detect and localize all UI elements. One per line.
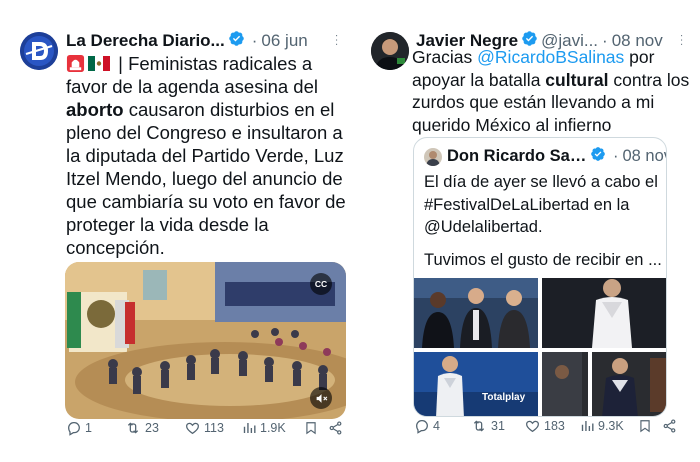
- separator-dot: ·: [251, 31, 258, 50]
- share-button[interactable]: [328, 420, 343, 436]
- reply-button[interactable]: 4: [414, 418, 440, 434]
- photo-2[interactable]: [542, 278, 666, 348]
- bookmark-button[interactable]: [638, 418, 652, 434]
- quote-avatar[interactable]: [424, 147, 442, 166]
- siren-emoji-icon: [66, 54, 85, 73]
- reply-button[interactable]: 1: [66, 420, 92, 436]
- photo-3[interactable]: Totalplay: [414, 352, 538, 416]
- la-derecha-logo-icon: [20, 32, 58, 70]
- share-button[interactable]: [662, 418, 677, 434]
- repost-button[interactable]: 23: [124, 420, 159, 436]
- tweet-date[interactable]: 06 jun: [261, 31, 307, 51]
- quote-photo-grid[interactable]: Totalplay: [414, 278, 666, 416]
- bookmark-icon: [640, 420, 650, 433]
- verified-badge-icon: [590, 146, 606, 167]
- tweet-text: Gracias @RicardoBSalinas por apoyar la b…: [412, 47, 690, 135]
- repost-icon: [127, 422, 139, 434]
- mexico-flag-icon: [88, 56, 110, 71]
- more-options-icon[interactable]: ···: [331, 34, 342, 47]
- quote-avatar-photo-icon: [424, 147, 442, 166]
- views-button[interactable]: 1.9K: [242, 420, 286, 436]
- heart-icon: [526, 420, 539, 433]
- verified-badge-icon: [228, 30, 245, 52]
- photo-1[interactable]: [414, 278, 538, 348]
- quote-header: Don Ricardo Sal... · 08 nov: [424, 146, 667, 167]
- share-icon: [663, 419, 676, 433]
- photo-caption: Totalplay: [482, 392, 526, 403]
- quote-author-name[interactable]: Don Ricardo Sal...: [447, 147, 587, 166]
- tweet-la-derecha-diario[interactable]: La Derecha Diario... · 06 jun ··· | Femi…: [0, 0, 350, 462]
- bookmark-icon: [306, 422, 316, 435]
- heart-icon: [186, 422, 199, 435]
- photo-4[interactable]: [542, 352, 666, 416]
- reply-icon: [416, 420, 428, 434]
- quote-date[interactable]: 08 nov: [623, 147, 667, 166]
- author-avatar[interactable]: [20, 32, 58, 70]
- views-icon: [581, 421, 594, 431]
- quote-text: El día de ayer se llevó a cabo el #Festi…: [424, 173, 662, 269]
- author-name[interactable]: La Derecha Diario...: [66, 31, 225, 51]
- reply-icon: [68, 422, 80, 436]
- quoted-tweet[interactable]: Don Ricardo Sal... · 08 nov El día de ay…: [413, 137, 667, 417]
- congress-video-frame: [65, 262, 346, 419]
- bookmark-button[interactable]: [304, 420, 318, 436]
- tweet-header: La Derecha Diario... · 06 jun: [66, 30, 336, 52]
- mute-icon[interactable]: [310, 387, 332, 409]
- emoji-flags: [66, 54, 110, 73]
- share-icon: [329, 421, 342, 435]
- separator-dot: ·: [613, 147, 619, 165]
- repost-button[interactable]: 31: [470, 418, 505, 434]
- profile-photo-icon: [371, 32, 409, 70]
- cc-icon[interactable]: CC: [310, 273, 332, 295]
- tweet-javier-negre[interactable]: Javier Negre @javi... · 08 nov ··· Graci…: [358, 0, 700, 462]
- views-button[interactable]: 9.3K: [580, 418, 624, 434]
- repost-icon: [473, 420, 485, 432]
- views-icon: [243, 423, 256, 433]
- like-button[interactable]: 113: [184, 420, 224, 436]
- author-avatar[interactable]: [371, 32, 409, 70]
- mention-link[interactable]: @RicardoBSalinas: [477, 47, 624, 67]
- tweet-video[interactable]: CC: [65, 262, 346, 419]
- tweet-text: | Feministas radicales a favor de la age…: [66, 53, 346, 258]
- like-button[interactable]: 183: [524, 418, 565, 434]
